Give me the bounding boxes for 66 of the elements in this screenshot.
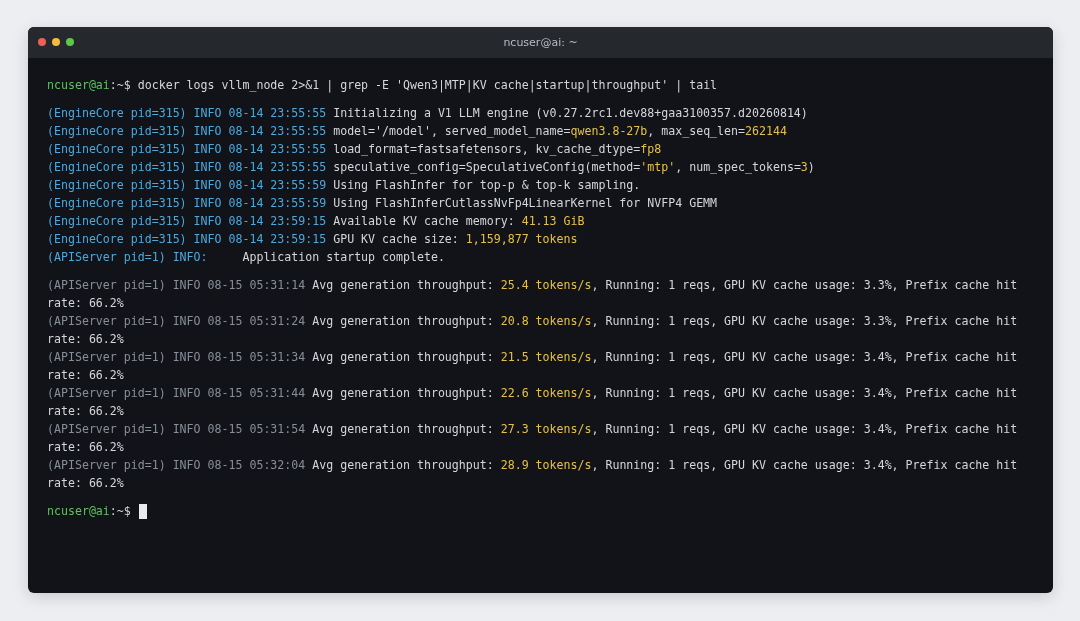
log-text: 3 [800, 160, 808, 174]
maximize-button[interactable] [66, 38, 74, 46]
log-text: (EngineCore pid=315) INFO 08-14 23:55:55 [47, 124, 327, 138]
log-text: (APIServer pid=1) INFO 08-15 05:32:04 [47, 458, 306, 472]
log-text: GPU KV cache size: [332, 232, 460, 246]
log-text: , Running: 1 reqs, GPU KV cache usage: 3.4%, Prefix cache hit [591, 350, 1018, 364]
log-text: (APIServer pid=1) INFO 08-15 05:31:54 [47, 422, 306, 436]
window-title: ncuser@ai: ~ [503, 36, 578, 49]
log-text: 22.6 tokens/s [500, 386, 592, 400]
command-text: :~$ docker logs vllm_node 2>&1 | grep -E 'Qwen3|MTP|KV cache|startup|throughput' | tail [109, 78, 718, 92]
log-text: rate: 66.2% [47, 440, 124, 454]
log-text: (APIServer pid=1) INFO 08-15 05:31:44 [47, 386, 306, 400]
log-text: Avg generation throughput: [311, 422, 495, 436]
log-text: , Running: 1 reqs, GPU KV cache usage: 3.3%, Prefix cache hit [591, 314, 1018, 328]
log-text: Using FlashInfer for top-p & top-k sampling. [332, 178, 641, 192]
log-text: load_format=fastsafetensors, kv_cache_dtype= [332, 142, 641, 156]
log-text: (EngineCore pid=315) INFO 08-14 23:59:15 [47, 232, 327, 246]
log-text: Avg generation throughput: [311, 458, 495, 472]
log-text: rate: 66.2% [47, 368, 124, 382]
log-text: 1,159,877 tokens [465, 232, 578, 246]
log-text: , Running: 1 reqs, GPU KV cache usage: 3.4%, Prefix cache hit [591, 386, 1018, 400]
log-text: (EngineCore pid=315) INFO 08-14 23:59:15 [47, 214, 327, 228]
log-text: Initializing a V1 LLM engine (v0.27.2rc1.dev88+gaa3100357.d20260814) [332, 106, 808, 120]
log-text: Avg generation throughput: [311, 278, 495, 292]
command-text: ncuser@ai [47, 78, 110, 92]
log-text: , Running: 1 reqs, GPU KV cache usage: 3.3%, Prefix cache hit [591, 278, 1018, 292]
close-button[interactable] [38, 38, 46, 46]
log-text: Using FlashInferCutlassNvFp4LinearKernel for NVFP4 GEMM [332, 196, 718, 210]
log-text: 21.5 tokens/s [500, 350, 592, 364]
log-text: (EngineCore pid=315) INFO 08-14 23:55:55 [47, 142, 327, 156]
log-text: Application startup complete. [241, 250, 445, 264]
log-text: Avg generation throughput: [311, 350, 495, 364]
log-text: model='/model', served_model_name= [332, 124, 571, 138]
log-text: qwen3.8-27b [570, 124, 648, 138]
log-text: 'mtp' [640, 160, 676, 174]
log-text: (EngineCore pid=315) INFO 08-14 23:55:55 [47, 106, 327, 120]
log-text: Available KV cache memory: [332, 214, 516, 228]
log-text: (EngineCore pid=315) INFO 08-14 23:55:59 [47, 196, 327, 210]
log-text: 41.13 GiB [521, 214, 585, 228]
log-text: 20.8 tokens/s [500, 314, 592, 328]
log-text: 27.3 tokens/s [500, 422, 592, 436]
log-text: , max_seq_len= [647, 124, 746, 138]
log-text: Avg generation throughput: [311, 314, 495, 328]
log-text: rate: 66.2% [47, 296, 124, 310]
log-text: Avg generation throughput: [311, 386, 495, 400]
log-text: , Running: 1 reqs, GPU KV cache usage: 3.4%, Prefix cache hit [591, 422, 1018, 436]
log-text: 262144 [745, 124, 787, 138]
log-text: (EngineCore pid=315) INFO 08-14 23:55:55 [47, 160, 327, 174]
log-text: , Running: 1 reqs, GPU KV cache usage: 3.4%, Prefix cache hit [591, 458, 1018, 472]
log-text: rate: 66.2% [47, 332, 124, 346]
log-text: ) [807, 160, 815, 174]
minimize-button[interactable] [52, 38, 60, 46]
prompt-user: ncuser@ai [47, 503, 110, 520]
log-text: , num_spec_tokens= [675, 160, 801, 174]
log-text: (EngineCore pid=315) INFO 08-14 23:55:59 [47, 178, 327, 192]
log-text: (APIServer pid=1) INFO 08-15 05:31:24 [47, 314, 306, 328]
log-text: rate: 66.2% [47, 404, 124, 418]
log-text: fp8 [640, 142, 662, 156]
log-text: (APIServer pid=1) INFO 08-15 05:31:34 [47, 350, 306, 364]
log-text: rate: 66.2% [47, 476, 124, 490]
log-text: 25.4 tokens/s [500, 278, 592, 292]
log-text: (APIServer pid=1) INFO: [47, 250, 208, 264]
log-text: 28.9 tokens/s [500, 458, 592, 472]
log-text: (APIServer pid=1) INFO 08-15 05:31:14 [47, 278, 306, 292]
prompt-path: :~$ [109, 503, 131, 520]
log-text: speculative_config=SpeculativeConfig(method= [332, 160, 641, 174]
